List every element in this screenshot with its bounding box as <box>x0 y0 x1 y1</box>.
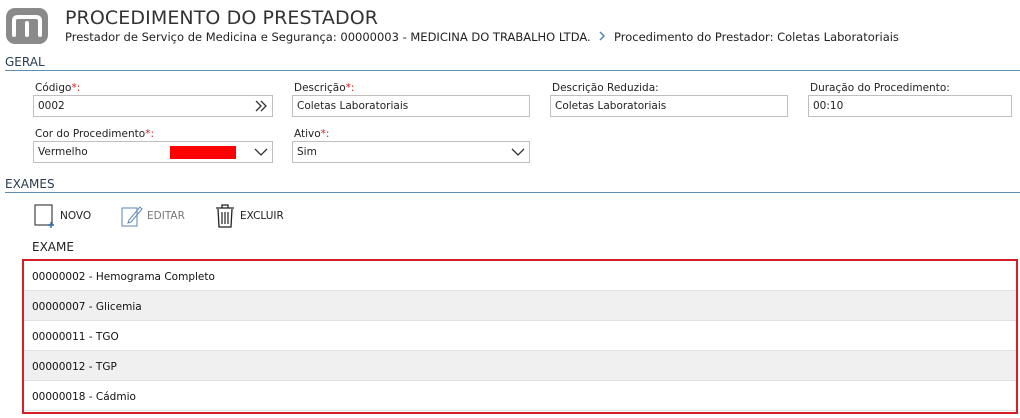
table-row[interactable]: 00000002 - Hemograma Completo <box>24 261 1016 291</box>
descricao-reduzida-label: Descrição Reduzida: <box>552 82 659 94</box>
chevron-down-icon[interactable] <box>507 142 529 162</box>
cor-label: Cor do Procedimento*: <box>35 128 154 140</box>
section-exames: EXAMES <box>5 177 1020 193</box>
table-row[interactable]: 00000007 - Glicemia <box>24 291 1016 321</box>
ativo-label: Ativo*: <box>294 128 330 140</box>
codigo-label: Código*: <box>35 82 81 94</box>
table-row[interactable]: 00000018 - Cádmio <box>24 381 1016 411</box>
cor-value: Vermelho <box>38 146 88 158</box>
breadcrumb-current: Procedimento do Prestador: Coletas Labor… <box>614 30 899 44</box>
page-title: PROCEDIMENTO DO PRESTADOR <box>65 7 379 29</box>
new-document-icon <box>32 203 58 229</box>
breadcrumb-parent[interactable]: Prestador de Serviço de Medicina e Segur… <box>65 30 591 44</box>
novo-label: NOVO <box>60 210 92 222</box>
chevron-down-icon[interactable] <box>250 142 272 162</box>
chevron-right-icon <box>594 30 610 44</box>
editar-button[interactable]: EDITAR <box>119 203 185 229</box>
descricao-reduzida-field[interactable]: Coletas Laboratoriais <box>550 95 788 117</box>
double-chevron-icon[interactable] <box>250 96 272 116</box>
descricao-field[interactable]: Coletas Laboratoriais <box>292 95 530 117</box>
breadcrumb: Prestador de Serviço de Medicina e Segur… <box>65 30 899 44</box>
duracao-label: Duração do Procedimento: <box>810 82 950 94</box>
edit-icon <box>119 203 145 229</box>
codigo-value: 0002 <box>38 100 65 112</box>
cor-select[interactable]: Vermelho <box>33 141 273 163</box>
ativo-select[interactable]: Sim <box>292 141 530 163</box>
duracao-field[interactable]: 00:10 <box>808 95 1012 117</box>
exames-table: 00000002 - Hemograma Completo 00000007 -… <box>22 259 1018 414</box>
app-logo <box>6 8 48 44</box>
logo-icon <box>12 15 42 37</box>
table-row[interactable]: 00000011 - TGO <box>24 321 1016 351</box>
ativo-value: Sim <box>297 146 317 158</box>
table-row[interactable]: 00000012 - TGP <box>24 351 1016 381</box>
excluir-button[interactable]: EXCLUIR <box>212 203 284 229</box>
section-geral: GERAL <box>5 55 1020 71</box>
column-header-exame[interactable]: EXAME <box>32 240 74 254</box>
trash-icon <box>212 203 238 229</box>
editar-label: EDITAR <box>147 210 185 222</box>
excluir-label: EXCLUIR <box>240 210 284 222</box>
codigo-field[interactable]: 0002 <box>33 95 273 117</box>
descricao-label: Descrição*: <box>294 82 355 94</box>
color-swatch <box>170 146 236 159</box>
novo-button[interactable]: NOVO <box>32 203 91 229</box>
